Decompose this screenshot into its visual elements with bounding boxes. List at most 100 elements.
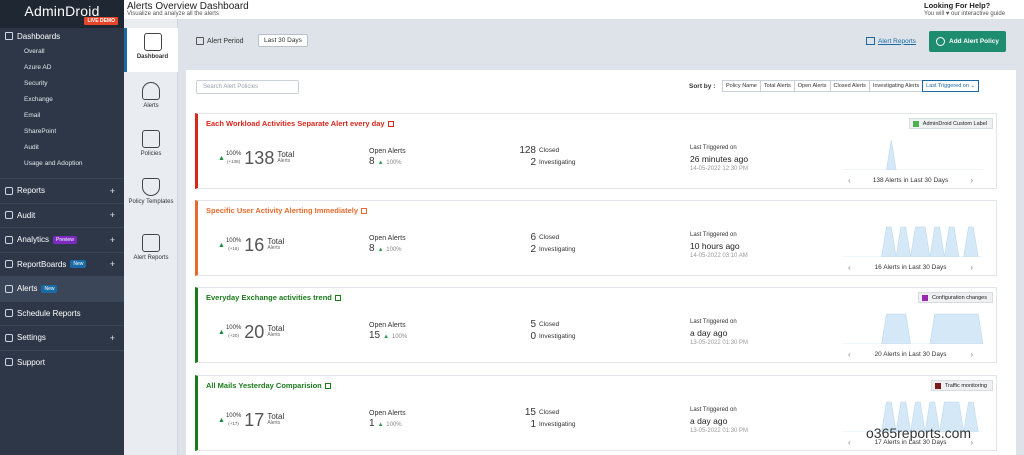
- alert-policy-card[interactable]: Each Workload Activities Separate Alert …: [195, 113, 997, 189]
- bell-icon: [5, 284, 13, 293]
- sort-option[interactable]: Last Triggered on ⌄: [922, 80, 980, 92]
- main-sidebar: AdminDroid LIVE DEMO Dashboards Overall A…: [0, 0, 124, 455]
- subnav-label: Alerts: [143, 103, 159, 109]
- help-title[interactable]: Looking For Help?: [924, 1, 1024, 10]
- nav-schedule-reports[interactable]: Schedule Reports: [0, 300, 124, 326]
- nav-reportboards[interactable]: ReportBoards New +: [0, 251, 124, 277]
- sparkline-area: [843, 313, 983, 344]
- external-link-icon[interactable]: [334, 294, 341, 301]
- investigating-label: Investigating: [539, 332, 576, 340]
- external-link-icon[interactable]: [387, 120, 394, 127]
- brand-logo[interactable]: AdminDroid LIVE DEMO: [0, 0, 124, 28]
- closed-count: 5: [530, 318, 536, 330]
- closed-count: 128: [519, 144, 536, 156]
- dashboard-subitem[interactable]: Usage and Adoption: [0, 156, 124, 172]
- alert-status-counts: 128 Closed 2 Investigating: [514, 144, 604, 168]
- dashboard-subitem[interactable]: Email: [0, 108, 124, 124]
- policy-title-text: All Mails Yesterday Comparision: [206, 381, 322, 390]
- subnav-policies[interactable]: Policies: [124, 130, 178, 157]
- closed-label: Closed: [539, 233, 560, 241]
- policy-document-icon: [142, 130, 160, 148]
- nav-reports[interactable]: Reports +: [0, 178, 124, 203]
- nav-audit[interactable]: Audit +: [0, 202, 124, 228]
- nav-analytics[interactable]: Analytics Preview +: [0, 227, 124, 252]
- alert-reports-link[interactable]: Alert Reports: [866, 37, 916, 45]
- expand-plus-icon[interactable]: +: [110, 210, 115, 220]
- policy-title[interactable]: All Mails Yesterday Comparision: [206, 381, 331, 390]
- alert-policy-card[interactable]: Everyday Exchange activities trend Confi…: [195, 287, 997, 363]
- sort-option[interactable]: Investigating Alerts: [868, 80, 924, 92]
- sort-option[interactable]: Closed Alerts: [829, 80, 870, 92]
- expand-plus-icon[interactable]: +: [110, 235, 115, 245]
- chevron-left-icon[interactable]: ‹: [848, 350, 851, 359]
- alerts-subnav: Dashboard Alerts Policies Policy Templat…: [124, 0, 178, 455]
- closed-label: Closed: [539, 408, 560, 416]
- external-link-icon[interactable]: [361, 207, 367, 214]
- subnav-alerts[interactable]: Alerts: [124, 82, 178, 109]
- policy-title[interactable]: Specific User Activity Alerting Immediat…: [206, 206, 367, 215]
- nav-label: Audit: [17, 210, 36, 220]
- last-triggered-date: 14-05-2022 12:30 PM: [690, 166, 749, 172]
- open-alerts: Open Alerts 15 ▲ 100%: [369, 322, 407, 341]
- closed-label: Closed: [539, 320, 560, 328]
- expand-plus-icon[interactable]: +: [110, 333, 115, 343]
- alert-policy-card[interactable]: Specific User Activity Alerting Immediat…: [195, 200, 997, 276]
- alert-status-counts: 15 Closed 1 Investigating: [514, 406, 604, 430]
- nav-label: Settings: [17, 333, 46, 343]
- chevron-left-icon[interactable]: ‹: [848, 438, 851, 447]
- last-triggered-relative: 10 hours ago: [690, 241, 740, 251]
- dashboard-subitem[interactable]: Overall: [0, 44, 124, 60]
- chevron-right-icon[interactable]: ›: [970, 350, 973, 359]
- add-alert-policy-button[interactable]: Add Alert Policy: [929, 31, 1006, 52]
- policy-label-text: AdminDroid Custom Label: [922, 120, 987, 127]
- trend-percent-value: 100%: [225, 151, 242, 157]
- chevron-left-icon[interactable]: ‹: [848, 176, 851, 185]
- policy-title[interactable]: Everyday Exchange activities trend: [206, 293, 341, 302]
- label-color-swatch: [921, 294, 928, 301]
- dashboard-subitem[interactable]: SharePoint: [0, 124, 124, 140]
- shield-icon: [142, 178, 160, 196]
- external-link-icon[interactable]: [324, 382, 331, 389]
- alerts-pager: ‹ 138 Alerts in Last 30 Days ›: [848, 175, 973, 185]
- sort-option[interactable]: Open Alerts: [793, 80, 831, 92]
- audit-icon: [5, 211, 13, 220]
- trend-up-icon: ▲: [383, 334, 390, 340]
- sort-option[interactable]: Policy Name: [722, 80, 761, 92]
- bell-icon: [142, 82, 160, 100]
- chevron-right-icon[interactable]: ›: [970, 263, 973, 272]
- chevron-left-icon[interactable]: ‹: [848, 263, 851, 272]
- trend-delta: (+17): [228, 421, 239, 426]
- alert-period-selector[interactable]: Last 30 Days: [258, 34, 308, 47]
- nav-settings[interactable]: Settings +: [0, 325, 124, 350]
- dashboard-subitem[interactable]: Audit: [0, 140, 124, 156]
- expand-plus-icon[interactable]: +: [110, 259, 115, 269]
- help-subtitle[interactable]: You will ♥ our interactive guide: [924, 11, 1024, 17]
- policy-title[interactable]: Each Workload Activities Separate Alert …: [206, 119, 394, 128]
- chevron-right-icon[interactable]: ›: [970, 176, 973, 185]
- expand-plus-icon[interactable]: +: [110, 186, 115, 196]
- alerts-label: Alerts: [267, 420, 281, 426]
- subnav-dashboard[interactable]: Dashboard: [124, 28, 178, 72]
- subnav-policy-templates[interactable]: Policy Templates: [124, 178, 178, 206]
- nav-support[interactable]: Support: [0, 349, 124, 375]
- alerts-label: Alerts: [277, 158, 291, 164]
- nav-dashboards[interactable]: Dashboards: [0, 28, 124, 44]
- dashboard-subitem[interactable]: Security: [0, 76, 124, 92]
- trend-up-icon: ▲: [218, 328, 225, 336]
- nav-alerts[interactable]: Alerts New: [0, 276, 124, 301]
- subnav-alert-reports[interactable]: Alert Reports: [124, 234, 178, 262]
- closed-label: Closed: [539, 146, 560, 154]
- trend-percent: 100% (+16): [226, 238, 241, 252]
- policy-title-text: Specific User Activity Alerting Immediat…: [206, 206, 358, 215]
- last-triggered: Last Triggered on a day ago 13-05-2022 0…: [690, 407, 748, 434]
- sort-option[interactable]: Total Alerts: [759, 80, 795, 92]
- dashboard-subitem[interactable]: Azure AD: [0, 60, 124, 76]
- policy-title-text: Everyday Exchange activities trend: [206, 293, 332, 302]
- investigating-count: 1: [530, 418, 536, 430]
- label-color-swatch: [934, 382, 941, 389]
- dashboard-subitem[interactable]: Exchange: [0, 92, 124, 108]
- open-alerts-label: Open Alerts: [369, 235, 406, 242]
- search-input[interactable]: Search Alert Policies: [196, 80, 299, 94]
- nav-dashboards-label: Dashboards: [17, 31, 61, 41]
- nav-badge: New: [70, 260, 87, 269]
